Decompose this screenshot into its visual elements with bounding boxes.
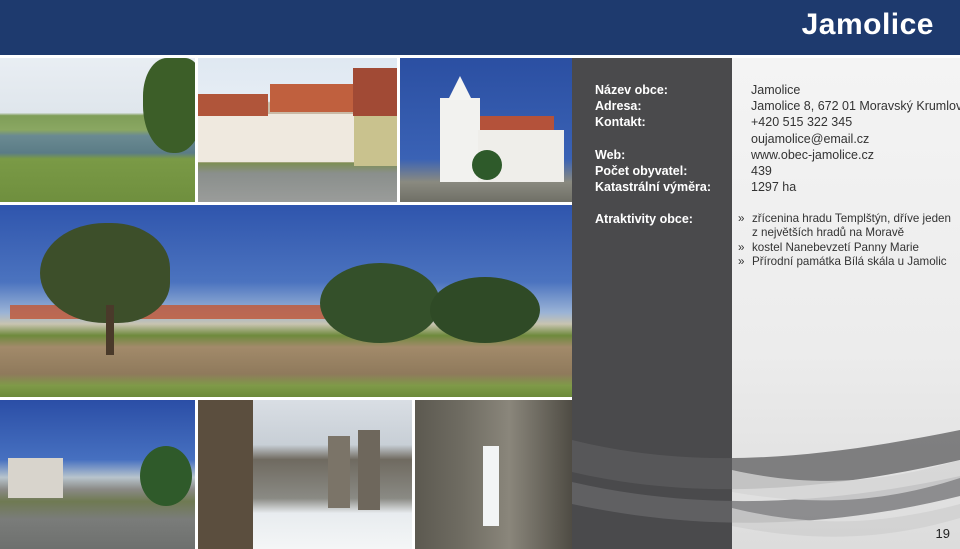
photo-village-street	[198, 58, 397, 202]
attractions-list: zřícenina hradu Templštýn, dříve jeden z…	[738, 212, 952, 270]
label-population: Počet obyvatel:	[595, 164, 688, 178]
label-area: Katastrální výměra:	[595, 180, 712, 195]
value-population: 439	[751, 164, 772, 179]
attractions-label: Atraktivity obce:	[595, 212, 693, 226]
label-address: Adresa:	[595, 99, 642, 114]
photo-castle-ruins	[198, 400, 412, 549]
photo-village-field	[0, 205, 572, 397]
value-web[interactable]: www.obec-jamolice.cz	[751, 147, 960, 163]
page-number: 19	[935, 526, 950, 541]
photo-village-road	[0, 400, 195, 549]
info-labels: Název obce: Adresa: Kontakt: Web: Počet …	[595, 82, 711, 195]
value-address: Jamolice 8, 672 01 Moravský Krumlov	[751, 99, 960, 114]
photo-castle-window	[415, 400, 572, 549]
page-title: Jamolice	[801, 8, 934, 41]
list-item: zřícenina hradu Templštýn, dříve jeden z…	[738, 212, 952, 241]
header-bar: Jamolice	[0, 0, 960, 55]
info-values: Jamolice Jamolice 8, 672 01 Moravský Kru…	[751, 82, 960, 195]
photo-church	[400, 58, 572, 202]
label-contact: Kontakt:	[595, 115, 646, 130]
value-area: 1297 ha	[751, 180, 797, 195]
decorative-swoosh	[572, 430, 960, 537]
value-phone: +420 515 322 345	[751, 115, 853, 130]
photo-pond	[0, 58, 195, 202]
label-web: Web:	[595, 147, 626, 162]
value-name: Jamolice	[751, 83, 801, 97]
value-email[interactable]: oujamolice@email.cz	[751, 131, 960, 147]
label-name: Název obce:	[595, 83, 668, 97]
list-item: kostel Nanebevzetí Panny Marie	[738, 241, 952, 256]
brochure-page: Jamolice Název obce: Adresa: Kontakt: We…	[0, 0, 960, 549]
list-item: Přírodní památka Bílá skála u Jamolic	[738, 255, 952, 270]
